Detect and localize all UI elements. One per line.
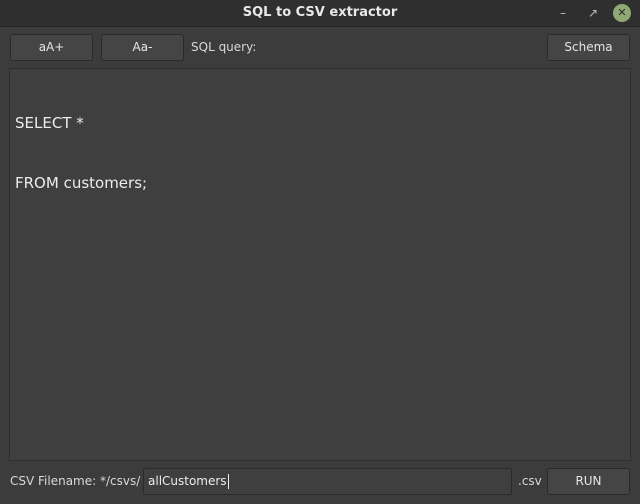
sql-query-label: SQL query: [191,40,257,54]
run-button[interactable]: RUN [547,468,630,495]
window-title: SQL to CSV extractor [242,5,398,20]
text-caret [227,474,229,489]
csv-filename-value: allCustomers [148,474,227,488]
csv-filename-label: CSV Filename: */csvs/ [10,474,141,488]
title-bar[interactable]: SQL to CSV extractor – ↗ ✕ [0,0,640,27]
schema-button[interactable]: Schema [547,34,630,61]
editor-line: SELECT * [15,114,84,132]
app-window: SQL to CSV extractor – ↗ ✕ aA+ Aa- SQL q… [0,0,640,504]
sql-query-editor[interactable]: SELECT * FROM customers; [9,68,631,461]
csv-filename-input[interactable]: allCustomers [143,468,512,495]
decrease-font-button[interactable]: Aa- [101,34,184,61]
csv-extension-label: .csv [518,474,542,488]
close-icon[interactable]: ✕ [613,4,631,22]
minimize-icon[interactable]: – [554,4,572,22]
increase-font-button[interactable]: aA+ [10,34,93,61]
editor-line: FROM customers; [15,174,148,192]
maximize-icon[interactable]: ↗ [584,4,602,22]
